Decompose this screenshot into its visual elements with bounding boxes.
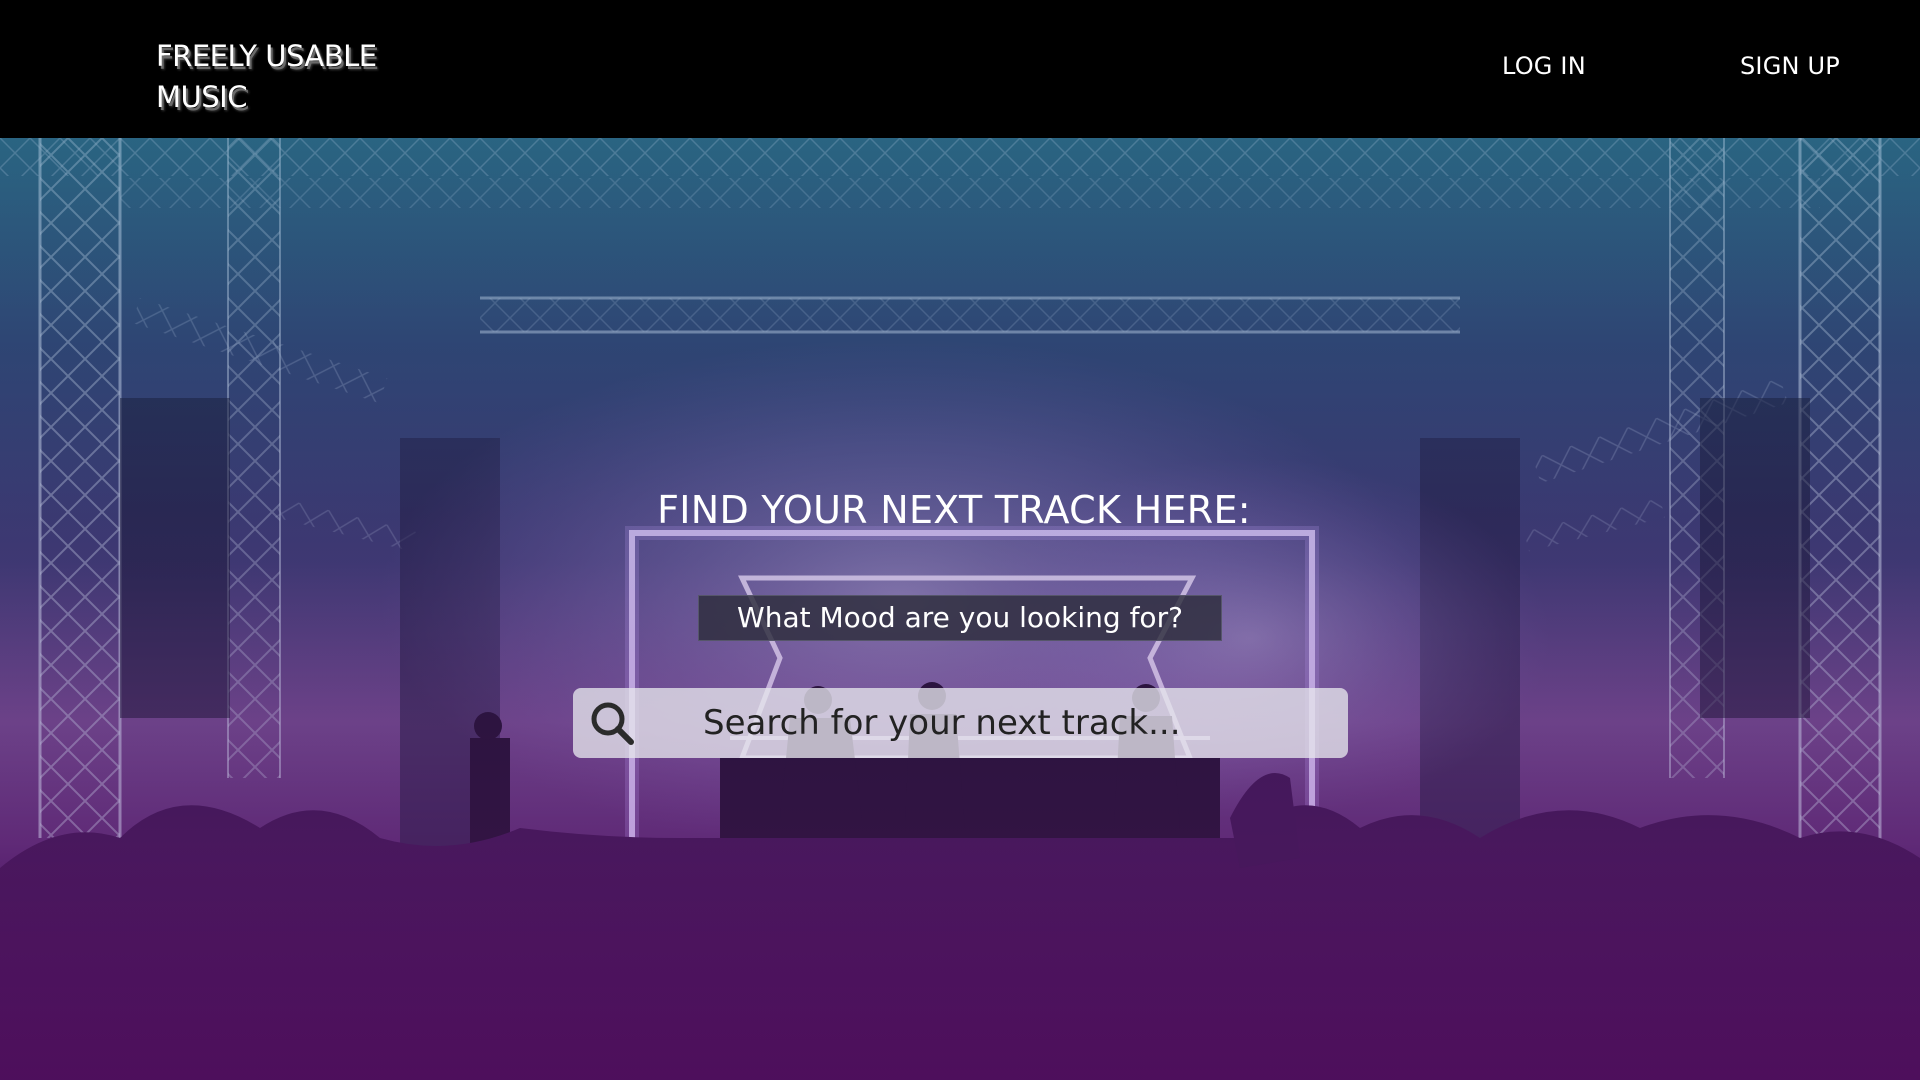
login-link[interactable]: LOG IN	[1502, 52, 1586, 80]
hero-section: FIND YOUR NEXT TRACK HERE: What Mood are…	[0, 138, 1920, 1080]
search-bar[interactable]	[573, 688, 1348, 758]
signup-link[interactable]: SIGN UP	[1740, 52, 1840, 80]
hero-headline: FIND YOUR NEXT TRACK HERE:	[657, 488, 1251, 532]
brand-line-1: FREELY USABLE	[156, 39, 377, 73]
brand-line-2: MUSIC	[156, 80, 247, 114]
top-navbar: FREELY USABLE MUSIC LOG IN SIGN UP	[0, 0, 1920, 138]
mood-prompt-button[interactable]: What Mood are you looking for?	[698, 595, 1222, 641]
page: FREELY USABLE MUSIC LOG IN SIGN UP FIND …	[0, 0, 1920, 1080]
search-icon[interactable]	[587, 698, 637, 748]
search-input[interactable]	[693, 688, 1343, 758]
brand-logo-text[interactable]: FREELY USABLE MUSIC	[156, 36, 396, 118]
